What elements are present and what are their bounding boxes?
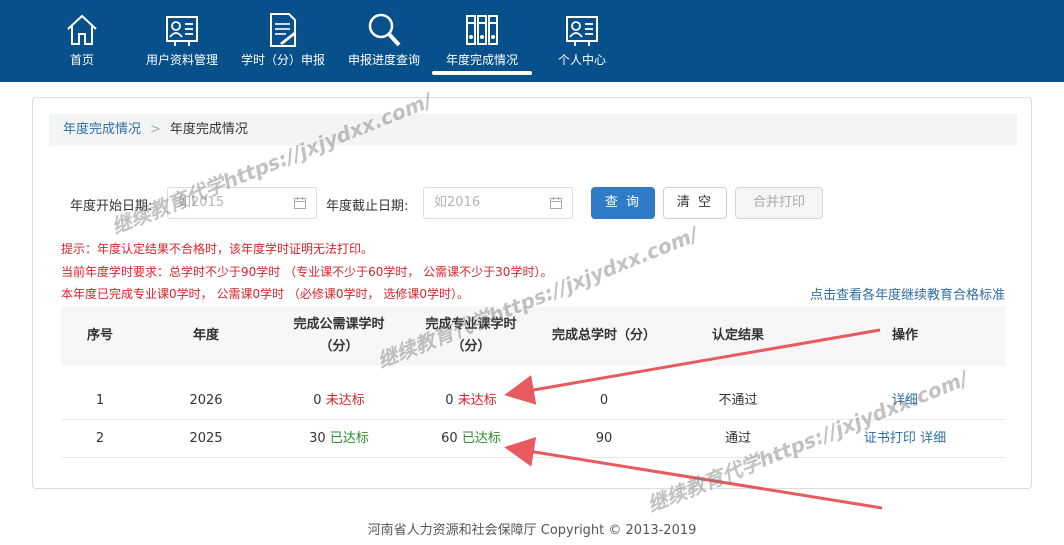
start-date-label: 年度开始日期: xyxy=(70,199,153,214)
footer-copyright: 河南省人力资源和社会保障厅 Copyright © 2013-2019 xyxy=(367,523,697,538)
public-hours-value: 30 xyxy=(309,431,326,446)
breadcrumb-separator: > xyxy=(150,122,161,137)
start-date-placeholder: 如2015 xyxy=(178,195,225,210)
row-index: 2 xyxy=(95,431,105,446)
professional-hours-cell: 0 未达标 xyxy=(405,382,537,420)
end-date-label: 年度截止日期: xyxy=(326,199,409,214)
binders-icon xyxy=(466,15,498,45)
detail-link[interactable]: 详细 xyxy=(892,393,918,408)
row-year: 2026 xyxy=(189,393,223,408)
end-date-input[interactable]: 如2016 xyxy=(423,187,573,219)
nav-label: 首页 xyxy=(69,53,94,67)
certificate-print-link[interactable]: 证书打印 xyxy=(864,431,916,446)
professional-hours-cell: 60 已达标 xyxy=(405,420,537,458)
nav-item-personal-center[interactable]: 个人中心 xyxy=(552,0,612,82)
column-header: 完成公需课学时 （分） xyxy=(293,317,385,354)
detail-link[interactable]: 详细 xyxy=(920,431,946,446)
professional-hours-value: 0 xyxy=(445,393,454,408)
nav-label: 申报进度查询 xyxy=(347,53,420,67)
table-header: 序号 年度 完成公需课学时 （分） 完成专业课学时 （分） 完成总学时（分） 认… xyxy=(61,306,1005,366)
table-row: 2 2025 30 已达标 60 已达标 90 通过 证书打印 详细 xyxy=(61,420,1005,458)
table-row: 1 2026 0 未达标 0 未达标 0 不通过 详细 xyxy=(61,382,1005,420)
column-header: 完成专业课学时 （分） xyxy=(425,317,517,354)
document-pen-icon xyxy=(270,13,296,47)
professional-hours-value: 60 xyxy=(441,431,458,446)
notice-line: 提示：年度认定结果不合格时，该年度学时证明无法打印。 xyxy=(61,242,374,256)
filter-bar: 年度开始日期: 如2015 年度截止日期: 如2016 查 询 清 空 合并打印 xyxy=(33,187,1033,221)
nav-item-hours-declare[interactable]: 学时（分）申报 xyxy=(236,0,330,82)
merge-print-button[interactable]: 合并打印 xyxy=(735,187,823,219)
top-navigation-bar: 首页 用户资料管理 学时（分）申报 申报进度查询 年度完成情况 个人中心 xyxy=(0,0,1064,82)
breadcrumb: 年度完成情况 > 年度完成情况 xyxy=(49,114,1017,146)
calendar-icon xyxy=(550,197,562,209)
column-header: 操作 xyxy=(891,328,918,343)
home-icon xyxy=(67,14,97,45)
end-date-placeholder: 如2016 xyxy=(434,195,481,210)
notice-line: 本年度已完成专业课0学时， 公需课0学时 （必修课0学时， 选修课0学时）。 xyxy=(61,287,469,301)
nav-label: 年度完成情况 xyxy=(445,53,518,67)
professional-status: 已达标 xyxy=(461,431,501,446)
notice-list: 提示：年度认定结果不合格时，该年度学时证明无法打印。 当前年度学时要求：总学时不… xyxy=(61,238,552,306)
column-header: 认定结果 xyxy=(711,328,764,343)
column-header: 序号 xyxy=(86,328,113,343)
active-tab-indicator xyxy=(432,71,532,75)
notice-line: 当前年度学时要求：总学时不少于90学时 （专业课不少于60学时， 公需课不少于3… xyxy=(61,264,553,279)
column-header: 年度 xyxy=(192,328,219,343)
professional-status: 未达标 xyxy=(457,393,497,408)
total-hours: 90 xyxy=(595,431,613,446)
qualification-standard-link[interactable]: 点击查看各年度继续教育合格标准 xyxy=(810,284,1005,303)
query-button[interactable]: 查 询 xyxy=(591,187,655,219)
nav-label: 用户资料管理 xyxy=(145,53,218,67)
nav-label: 个人中心 xyxy=(557,53,606,67)
public-status: 未达标 xyxy=(325,393,365,408)
user-card-icon xyxy=(566,16,598,46)
start-date-input[interactable]: 如2015 xyxy=(167,187,317,219)
row-index: 1 xyxy=(95,393,105,408)
nav-item-home[interactable]: 首页 xyxy=(52,0,112,82)
user-card-icon xyxy=(166,16,198,46)
clear-button[interactable]: 清 空 xyxy=(663,187,727,219)
row-year: 2025 xyxy=(189,431,223,446)
nav-item-annual-completion[interactable]: 年度完成情况 xyxy=(432,0,532,82)
total-hours: 0 xyxy=(599,393,609,408)
public-hours-cell: 30 已达标 xyxy=(273,420,405,458)
nav-item-user-profile[interactable]: 用户资料管理 xyxy=(142,0,222,82)
breadcrumb-current: 年度完成情况 xyxy=(169,122,248,137)
public-hours-cell: 0 未达标 xyxy=(273,382,405,420)
public-hours-value: 0 xyxy=(313,393,322,408)
nav-label: 学时（分）申报 xyxy=(240,53,325,67)
actions-cell: 详细 xyxy=(805,382,1005,420)
public-status: 已达标 xyxy=(329,431,369,446)
certification-result: 通过 xyxy=(724,431,751,446)
breadcrumb-link[interactable]: 年度完成情况 xyxy=(63,122,141,137)
calendar-icon xyxy=(294,197,306,209)
magnifier-icon xyxy=(368,13,401,47)
column-header: 完成总学时（分） xyxy=(551,328,656,343)
certification-result: 不通过 xyxy=(718,393,758,408)
actions-cell: 证书打印 详细 xyxy=(805,420,1005,458)
nav-item-progress-query[interactable]: 申报进度查询 xyxy=(344,0,424,82)
main-panel: 年度完成情况 > 年度完成情况 年度开始日期: 如2015 年度截止日期: 如201… xyxy=(32,97,1032,489)
